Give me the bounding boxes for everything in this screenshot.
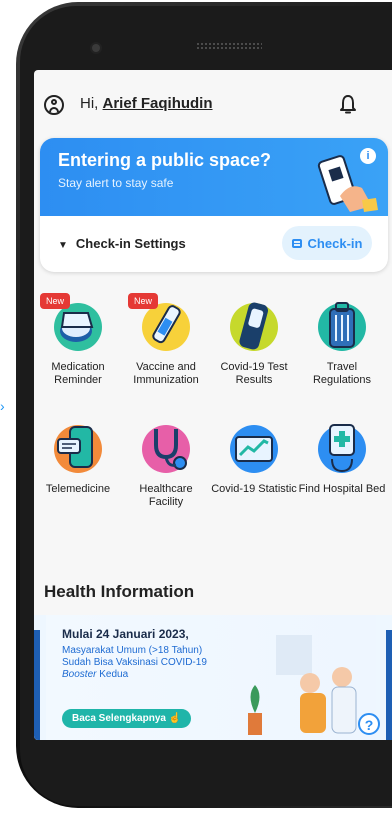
stethoscope-icon — [136, 417, 196, 477]
read-more-button[interactable]: Baca Selengkapnya ☝ — [62, 709, 192, 728]
hospital-bed-icon — [312, 417, 372, 477]
health-info-title: Health Information — [44, 582, 195, 601]
speaker-grille — [196, 42, 262, 50]
banner-line-1: Masyarakat Umum (>18 Tahun) — [62, 645, 203, 656]
carousel-next-edge — [386, 630, 392, 740]
phone-scan-illustration — [317, 155, 378, 212]
telemedicine-icon — [48, 417, 108, 477]
checkin-button[interactable]: Check-in — [282, 226, 372, 260]
checkin-subtitle: Stay alert to stay safe — [58, 176, 174, 190]
menu-item-label: Healthcare Facility — [139, 483, 193, 508]
new-badge: New — [128, 293, 159, 309]
new-badge: New — [40, 293, 71, 309]
menu-item-find-hospital-bed[interactable]: Find Hospital Bed — [298, 417, 386, 496]
health-info-banner[interactable]: Mulai 24 Januari 2023, Masyarakat Umum (… — [46, 615, 380, 740]
banner-line-2: Sudah Bisa Vaksinasi COVID-19 — [62, 657, 207, 668]
checkin-button-label: Check-in — [307, 235, 363, 251]
menu-item-label: Medication Reminder — [51, 361, 105, 386]
menu-item-label: Covid-19 Statistic — [211, 483, 297, 495]
menu-item-medication-reminder[interactable]: New Medication Reminder — [34, 293, 122, 387]
menu-item-label: Vaccine and Immunization — [133, 361, 199, 386]
checkin-banner: Entering a public space? Stay alert to s… — [40, 138, 388, 216]
medication-icon: New — [40, 293, 108, 355]
menu-item-covid-test-results[interactable]: Covid-19 Test Results — [210, 295, 298, 387]
camera-icon — [92, 44, 100, 52]
luggage-icon — [312, 295, 372, 355]
greeting: Hi, Arief Faqihudin — [80, 95, 213, 112]
bell-icon[interactable] — [339, 94, 357, 116]
vaccination-illustration — [248, 635, 357, 735]
vaccine-icon: New — [128, 293, 196, 355]
test-results-icon — [224, 295, 284, 355]
banner-headline: Mulai 24 Januari 2023, — [62, 627, 189, 641]
banner-line-3: Booster Kedua — [62, 669, 222, 681]
help-icon[interactable]: ? — [358, 713, 380, 735]
carousel-prev-edge — [34, 630, 40, 740]
menu-item-label: Find Hospital Bed — [298, 483, 386, 495]
menu-item-travel-regulations[interactable]: Travel Regulations — [298, 295, 386, 387]
banner-line-3-rest: Kedua — [96, 669, 129, 680]
banner-booster: Booster — [62, 669, 97, 680]
checkin-settings-toggle[interactable]: ▼ Check-in Settings — [58, 236, 186, 251]
menu-item-vaccine[interactable]: New Vaccine and Immunization — [122, 293, 210, 387]
greeting-prefix: Hi, — [80, 95, 99, 112]
app-screen: Hi, Arief Faqihudin Entering a public sp… — [34, 70, 392, 740]
statistic-icon — [224, 417, 284, 477]
menu-item-covid-statistic[interactable]: Covid-19 Statistic — [210, 417, 298, 496]
menu-item-telemedicine[interactable]: Telemedicine — [34, 417, 122, 496]
read-more-label: Baca Selengkapnya — [72, 713, 166, 724]
side-arrow-icon: › — [0, 398, 5, 414]
app-header: Hi, Arief Faqihudin — [34, 70, 392, 136]
checkin-settings-label: Check-in Settings — [75, 236, 186, 251]
menu-item-label: Telemedicine — [45, 483, 111, 495]
scan-icon — [291, 238, 302, 248]
banner-body: Masyarakat Umum (>18 Tahun) Sudah Bisa V… — [62, 645, 222, 681]
checkin-title: Entering a public space? — [58, 150, 272, 170]
menu-item-label: Covid-19 Test Results — [220, 361, 288, 386]
health-info-carousel[interactable]: Mulai 24 Januari 2023, Masyarakat Umum (… — [34, 615, 392, 740]
menu-item-label: Travel Regulations — [312, 361, 372, 386]
user-name-link[interactable]: Arief Faqihudin — [103, 95, 213, 112]
user-icon[interactable] — [44, 95, 64, 115]
chevron-down-icon: ▼ — [58, 240, 68, 251]
checkin-card: Entering a public space? Stay alert to s… — [40, 138, 388, 272]
menu-item-healthcare-facility[interactable]: Healthcare Facility — [122, 417, 210, 509]
